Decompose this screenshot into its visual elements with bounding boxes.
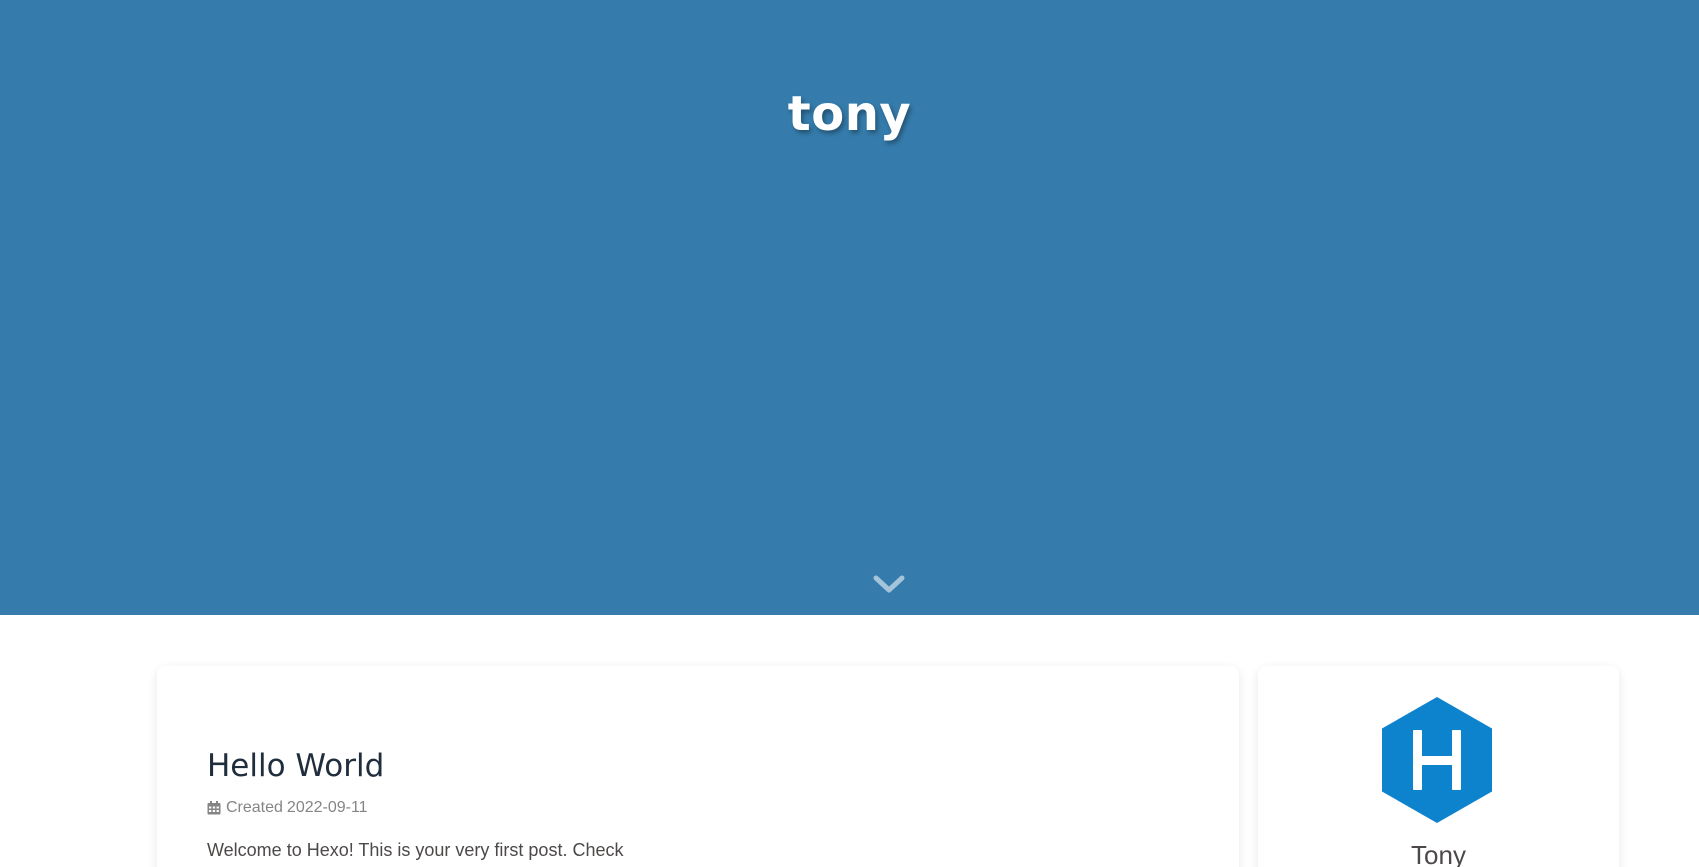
post-excerpt: Welcome to Hexo! This is your very first…	[207, 840, 624, 860]
page-header: tony	[0, 0, 1699, 615]
post-created-date: 2022-09-11	[286, 799, 368, 816]
calendar-icon	[207, 801, 221, 815]
chevron-down-icon	[873, 575, 905, 593]
post-created-label: Created	[226, 799, 283, 816]
page: tony Hello World Created 2022-09-11 Welc…	[0, 0, 1699, 867]
post-title-link[interactable]: Hello World	[207, 748, 384, 784]
author-card: Tony	[1258, 666, 1619, 867]
scroll-down-button[interactable]	[872, 572, 906, 598]
post-meta: Created 2022-09-11	[207, 799, 368, 817]
site-title[interactable]: tony	[0, 86, 1699, 142]
author-name: Tony	[1411, 840, 1466, 867]
post-card: Hello World Created 2022-09-11 Welcome t…	[157, 666, 1239, 867]
hexo-logo-icon[interactable]	[1382, 697, 1492, 823]
